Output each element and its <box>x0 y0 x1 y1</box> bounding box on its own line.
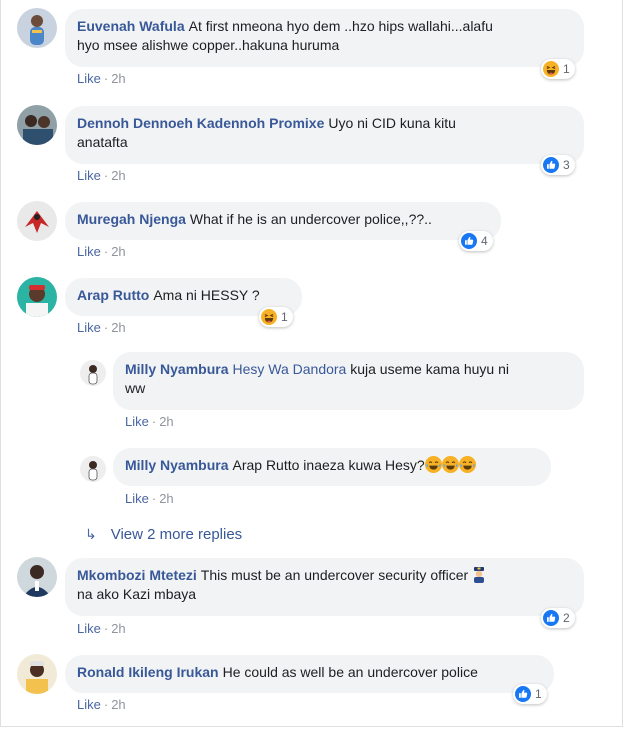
haha-reaction-icon <box>543 61 559 77</box>
timestamp[interactable]: 2h <box>111 244 125 259</box>
comment-text: Ama ni HESSY ? <box>153 287 260 303</box>
like-link[interactable]: Like <box>125 491 149 506</box>
mention-link[interactable]: Hesy Wa Dandora <box>232 361 346 377</box>
reaction-summary[interactable]: 2 <box>541 608 575 628</box>
reply-bubble: Milly Nyambura Hesy Wa Dandora kuja useme… <box>113 352 584 410</box>
comment-bubble: Mkombozi Mtetezi This must be an undercov… <box>65 558 584 616</box>
timestamp[interactable]: 2h <box>111 168 125 183</box>
separator: · <box>103 168 109 183</box>
like-link[interactable]: Like <box>77 168 101 183</box>
reaction-summary[interactable]: 1 <box>541 59 575 79</box>
reaction-count: 1 <box>281 310 288 324</box>
comment-author[interactable]: Arap Rutto <box>77 287 149 303</box>
separator: · <box>103 621 109 636</box>
comment-author[interactable]: Dennoh Dennoeh Kadennoh Promixe <box>77 115 324 131</box>
avatar[interactable] <box>17 557 57 597</box>
comment-actions: Like · 2h <box>125 414 174 429</box>
reaction-count: 1 <box>563 62 570 76</box>
comment-text: Uyo ni CID kuna kitu <box>328 115 456 131</box>
like-link[interactable]: Like <box>77 71 101 86</box>
avatar[interactable] <box>17 105 57 145</box>
comment-text: ww <box>125 380 146 396</box>
avatar[interactable] <box>17 277 57 317</box>
reply-arrow-icon: ↳ <box>85 526 97 542</box>
comment-actions: Like · 2h <box>125 491 174 506</box>
comment-text: hyo msee alishwe copper..hakuna huruma <box>77 37 340 53</box>
comment-text: Arap Rutto inaeza kuwa Hesy? <box>232 457 425 473</box>
view-more-replies-link[interactable]: ↳ View 2 more replies <box>85 526 242 543</box>
separator: · <box>151 491 157 506</box>
view-more-replies-label[interactable]: View 2 more replies <box>111 526 242 543</box>
like-link[interactable]: Like <box>77 244 101 259</box>
like-reaction-icon <box>543 157 559 173</box>
like-reaction-icon <box>543 610 559 626</box>
avatar[interactable] <box>17 8 57 48</box>
like-link[interactable]: Like <box>77 621 101 636</box>
comment-actions: Like · 2h <box>77 168 126 183</box>
comment-bubble: Euvenah Wafula At first nmeona hyo dem ..… <box>65 9 584 67</box>
reaction-summary[interactable]: 4 <box>459 231 493 251</box>
haha-reaction-icon <box>261 309 277 325</box>
comment-author[interactable]: Mkombozi Mtetezi <box>77 567 197 583</box>
timestamp[interactable]: 2h <box>111 697 125 712</box>
tears-of-joy-emoji-icon <box>425 456 442 473</box>
comment-text: anatafta <box>77 134 128 150</box>
comment-author[interactable]: Ronald Ikileng Irukan <box>77 664 219 680</box>
comments-panel: Euvenah Wafula At first nmeona hyo dem ..… <box>0 0 623 727</box>
comment-text: kuja useme kama huyu ni <box>350 361 509 377</box>
timestamp[interactable]: 2h <box>111 320 125 335</box>
comment-bubble: Ronald Ikileng Irukan He could as well be… <box>65 655 554 693</box>
comment-text: At first nmeona hyo dem ..hzo hips walla… <box>188 18 493 34</box>
separator: · <box>103 244 109 259</box>
reaction-count: 3 <box>563 158 570 172</box>
timestamp[interactable]: 2h <box>159 414 173 429</box>
reaction-summary[interactable]: 1 <box>513 684 547 704</box>
like-reaction-icon <box>461 233 477 249</box>
reaction-count: 2 <box>563 611 570 625</box>
timestamp[interactable]: 2h <box>111 621 125 636</box>
reply-bubble: Milly Nyambura Arap Rutto inaeza kuwa Hes… <box>113 448 551 486</box>
comment-actions: Like · 2h <box>77 71 126 86</box>
avatar[interactable] <box>17 654 57 694</box>
comment-author[interactable]: Muregah Njenga <box>77 211 186 227</box>
like-link[interactable]: Like <box>77 697 101 712</box>
tears-of-joy-emoji-icon <box>442 456 459 473</box>
reaction-count: 1 <box>535 687 542 701</box>
reaction-summary[interactable]: 1 <box>259 307 293 327</box>
reaction-summary[interactable]: 3 <box>541 155 575 175</box>
comment-author[interactable]: Milly Nyambura <box>125 457 228 473</box>
timestamp[interactable]: 2h <box>159 491 173 506</box>
comment-text: What if he is an undercover police,,??.. <box>189 211 432 227</box>
comment-bubble: Muregah Njenga What if he is an undercove… <box>65 202 501 240</box>
police-officer-emoji-icon <box>472 566 486 583</box>
comment-author[interactable]: Milly Nyambura <box>125 361 228 377</box>
comment-text: na ako Kazi mbaya <box>77 586 197 602</box>
comment-bubble: Dennoh Dennoeh Kadennoh Promixe Uyo ni CI… <box>65 106 584 164</box>
like-reaction-icon <box>515 686 531 702</box>
reaction-count: 4 <box>481 234 488 248</box>
separator: · <box>103 697 109 712</box>
avatar[interactable] <box>80 360 106 386</box>
comment-actions: Like · 2h <box>77 320 126 335</box>
comment-actions: Like · 2h <box>77 621 126 636</box>
avatar[interactable] <box>17 201 57 241</box>
comment-actions: Like · 2h <box>77 244 126 259</box>
tears-of-joy-emoji-icon <box>459 456 476 473</box>
comment-text: He could as well be an undercover police <box>222 664 478 680</box>
timestamp[interactable]: 2h <box>111 71 125 86</box>
separator: · <box>103 71 109 86</box>
separator: · <box>151 414 157 429</box>
comment-actions: Like · 2h <box>77 697 126 712</box>
like-link[interactable]: Like <box>125 414 149 429</box>
like-link[interactable]: Like <box>77 320 101 335</box>
separator: · <box>103 320 109 335</box>
avatar[interactable] <box>80 456 106 482</box>
comment-author[interactable]: Euvenah Wafula <box>77 18 185 34</box>
comment-text: This must be an undercover security offi… <box>200 567 469 583</box>
